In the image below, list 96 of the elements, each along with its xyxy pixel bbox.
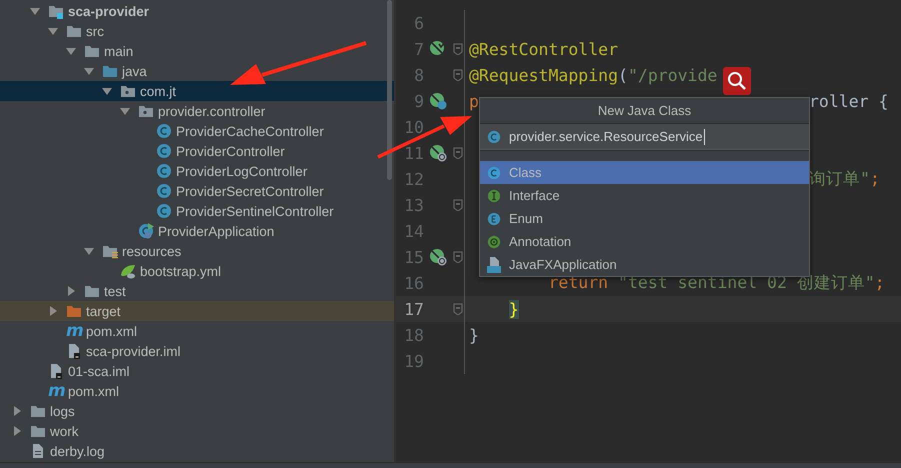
class-kind-option[interactable]: JavaFXApplication — [480, 253, 809, 276]
line-number: 17 — [403, 300, 424, 318]
folder-icon — [138, 103, 154, 119]
tree-item[interactable]: test — [0, 281, 394, 301]
tree-item[interactable]: ProviderSentinelController — [0, 201, 394, 221]
class-icon — [156, 123, 172, 139]
folder-icon — [48, 3, 64, 19]
class-name-field[interactable]: provider.service.ResourceService — [480, 124, 809, 150]
tree-item[interactable]: derby.log — [0, 441, 394, 461]
folder-icon — [102, 63, 118, 79]
folder-icon — [120, 83, 136, 99]
line-number: 16 — [403, 274, 424, 292]
code-text: ; — [870, 169, 880, 188]
line-number: 7 — [413, 40, 424, 58]
tree-item[interactable]: 01-sca.iml — [0, 361, 394, 381]
maven-icon: m — [66, 323, 84, 339]
line-number: 18 — [403, 326, 424, 344]
interface-icon — [487, 188, 501, 202]
class-kind-option[interactable]: Annotation — [480, 230, 809, 253]
line-number: 13 — [403, 196, 424, 214]
class-icon — [487, 130, 501, 144]
log-file-icon — [30, 443, 46, 459]
application-class-icon — [138, 223, 154, 239]
folder-icon — [66, 23, 82, 39]
tree-item[interactable]: java — [0, 61, 394, 81]
code-text: @RequestMapping — [469, 66, 618, 84]
code-text: 询订单" — [809, 169, 870, 188]
fold-marker-icon[interactable] — [453, 69, 463, 81]
fold-marker-icon[interactable] — [453, 251, 463, 263]
line-number: 8 — [413, 66, 424, 84]
code-text: } — [508, 300, 519, 318]
folder-icon — [84, 43, 100, 59]
line-number: 15 — [403, 248, 424, 266]
search-icon[interactable] — [723, 67, 751, 95]
code-text: } — [469, 326, 479, 344]
gutter-icon[interactable] — [429, 40, 447, 58]
tree-item[interactable]: main — [0, 41, 394, 61]
fold-marker-icon[interactable] — [453, 199, 463, 211]
folder-icon — [30, 423, 46, 439]
tree-item[interactable]: resources — [0, 241, 394, 261]
tree-item[interactable]: ProviderApplication — [0, 221, 394, 241]
tree-item[interactable]: ProviderLogController — [0, 161, 394, 181]
tree-item[interactable]: sca-provider — [0, 1, 394, 21]
tree-item[interactable]: src — [0, 21, 394, 41]
gutter-icon[interactable] — [429, 92, 447, 110]
folder-icon — [102, 243, 118, 259]
tree-item[interactable]: sca-provider.iml — [0, 341, 394, 361]
line-number: 12 — [403, 170, 424, 188]
code-text: @RestController — [469, 40, 618, 58]
tree-item[interactable]: logs — [0, 401, 394, 421]
folder-icon — [66, 303, 82, 319]
annotation-icon — [487, 234, 501, 248]
class-icon — [487, 166, 501, 180]
tree-item[interactable]: ProviderController — [0, 141, 394, 161]
javafx-file-icon — [487, 256, 501, 272]
code-text: p — [469, 92, 479, 110]
collapse-arrow-icon[interactable] — [84, 246, 94, 256]
tree-item[interactable]: target — [0, 301, 394, 321]
maven-icon: m — [48, 383, 66, 399]
code-text: ; — [874, 273, 885, 292]
class-kind-option[interactable]: Interface — [480, 184, 809, 207]
fold-marker-icon[interactable] — [453, 303, 463, 315]
file-icon — [66, 343, 82, 359]
gutter-icon[interactable] — [429, 248, 447, 266]
gutter-icon[interactable] — [429, 144, 447, 162]
code-text: ( — [618, 66, 628, 84]
class-icon — [156, 163, 172, 179]
tree-item[interactable]: m pom.xml — [0, 321, 394, 341]
fold-marker-icon[interactable] — [453, 43, 463, 55]
folder-icon — [30, 403, 46, 419]
class-icon — [156, 143, 172, 159]
code-text: "/provide — [628, 66, 718, 84]
tree-item[interactable]: work — [0, 421, 394, 441]
code-text: roller { — [809, 92, 888, 110]
scrollbar[interactable] — [387, 0, 392, 180]
enum-icon — [487, 212, 501, 226]
tree-item[interactable]: bootstrap.yml — [0, 261, 394, 281]
line-number: 19 — [403, 352, 424, 370]
line-number: 10 — [403, 118, 424, 136]
line-number: 11 — [403, 144, 424, 162]
tree-item[interactable]: m pom.xml — [0, 381, 394, 401]
line-number: 6 — [413, 14, 424, 32]
line-number: 9 — [413, 92, 424, 110]
line-number: 14 — [403, 222, 424, 240]
tree-item[interactable]: provider.controller — [0, 101, 394, 121]
tree-item[interactable]: com.jt — [0, 81, 394, 101]
class-icon — [156, 183, 172, 199]
class-kind-option[interactable]: Enum — [480, 207, 809, 230]
code-text: return — [547, 273, 610, 292]
leaf-icon — [120, 263, 136, 279]
folder-icon — [84, 283, 100, 299]
fold-marker-icon[interactable] — [453, 147, 463, 159]
class-icon — [156, 203, 172, 219]
file-icon — [48, 363, 64, 379]
tree-item[interactable]: ProviderSecretController — [0, 181, 394, 201]
tree-item[interactable]: ProviderCacheController — [0, 121, 394, 141]
